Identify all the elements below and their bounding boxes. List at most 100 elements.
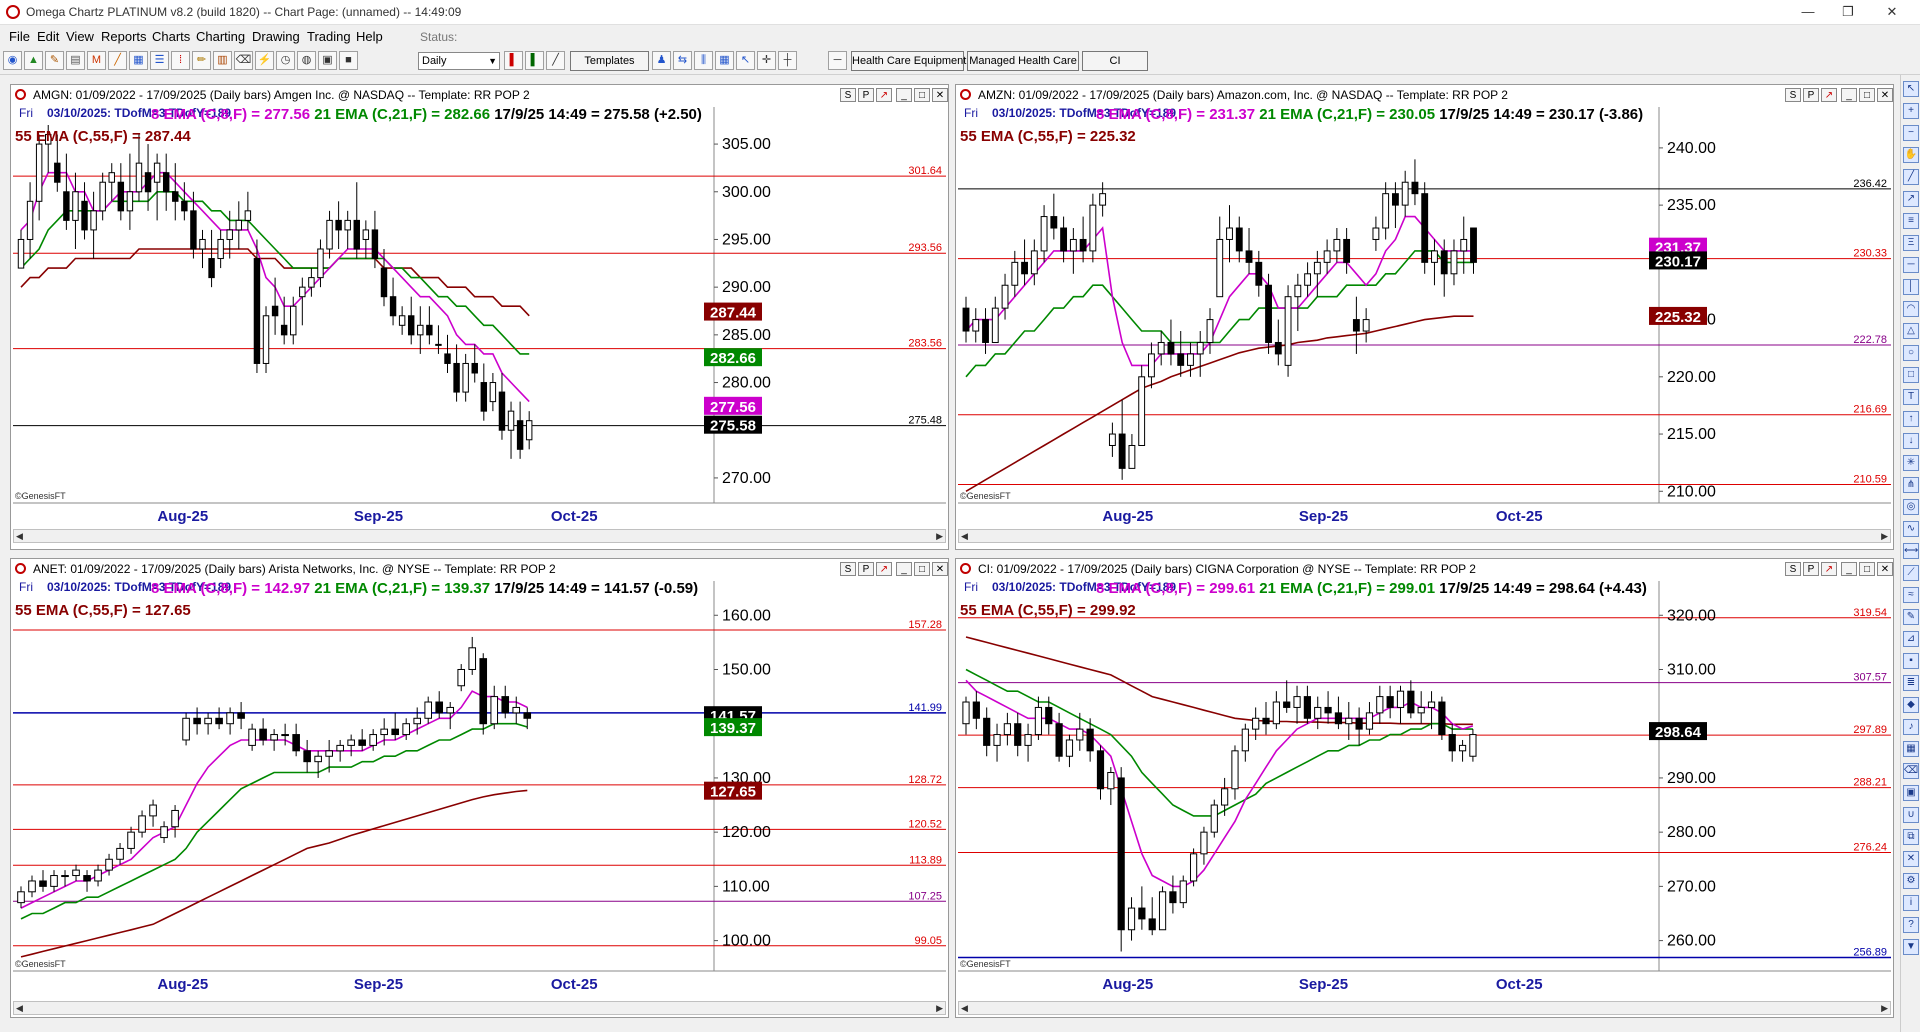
close-button[interactable]: ✕ xyxy=(1872,2,1912,22)
horizontal-line-icon[interactable]: ─ xyxy=(828,51,847,70)
people-icon[interactable]: ♟ xyxy=(652,51,671,70)
chart-canvas[interactable]: 301.64 293.56 283.56 275.48 305.00 300.00 295.… xyxy=(11,85,950,551)
clock-icon[interactable]: ◷ xyxy=(276,51,295,70)
scroll-right-icon[interactable]: ▶ xyxy=(1881,1003,1888,1014)
scroll-down-icon[interactable]: ▼ xyxy=(1903,939,1919,955)
menu-trading[interactable]: Trading xyxy=(307,29,351,44)
magnet-icon[interactable]: ∪ xyxy=(1903,807,1919,823)
tools-icon[interactable]: ✎ xyxy=(45,51,64,70)
ray-icon[interactable]: ↗ xyxy=(1903,191,1919,207)
chart-canvas[interactable]: 236.42 230.33 222.78 216.69 210.59 240.00 235.… xyxy=(956,85,1895,551)
vertical-line-icon[interactable]: ┼ xyxy=(778,51,797,70)
menu-file[interactable]: File xyxy=(9,29,30,44)
compare-icon[interactable]: ⇆ xyxy=(673,51,692,70)
bolt-icon[interactable]: ⚡ xyxy=(255,51,274,70)
save-icon[interactable]: ▣ xyxy=(318,51,337,70)
interval-select[interactable]: Daily ▼ xyxy=(418,52,500,70)
copy-icon[interactable]: ⧉ xyxy=(1903,829,1919,845)
delete-icon[interactable]: ✕ xyxy=(1903,851,1919,867)
gann-icon[interactable]: ✳ xyxy=(1903,455,1919,471)
menu-edit[interactable]: Edit xyxy=(37,29,59,44)
level-icon[interactable]: ≣ xyxy=(1903,675,1919,691)
scan-icon[interactable]: ⁞ xyxy=(171,51,190,70)
menu-charts[interactable]: Charts xyxy=(152,29,190,44)
scroll-left-icon[interactable]: ◀ xyxy=(16,1003,23,1014)
print-icon[interactable]: ▤ xyxy=(66,51,85,70)
pencil-icon[interactable]: ✏ xyxy=(192,51,211,70)
m-chart-icon[interactable]: M xyxy=(87,51,106,70)
square-icon[interactable]: ▪ xyxy=(1903,653,1919,669)
info-icon[interactable]: i xyxy=(1903,895,1919,911)
measure-icon[interactable]: ⟷ xyxy=(1903,543,1919,559)
zoom-bars-icon[interactable]: ⫼ xyxy=(694,51,713,70)
channel-icon[interactable]: ≡ xyxy=(1903,213,1919,229)
list-icon[interactable]: ☰ xyxy=(150,51,169,70)
hline-icon[interactable]: ─ xyxy=(1903,257,1919,273)
scroll-left-icon[interactable]: ◀ xyxy=(16,531,23,542)
templates-button[interactable]: Templates xyxy=(570,51,649,71)
zoom-out-icon[interactable]: − xyxy=(1903,125,1919,141)
spiral-icon[interactable]: ◎ xyxy=(1903,499,1919,515)
chart-canvas[interactable]: 319.54 307.57 297.89 288.21 276.24 256.89 320.… xyxy=(956,559,1895,1019)
chart-canvas[interactable]: 157.28 141.99 128.72 120.52 113.89 107.25 99.0… xyxy=(11,559,950,1019)
marker-icon[interactable]: ◆ xyxy=(1903,697,1919,713)
watchlist-button-health-care-equipment[interactable]: Health Care Equipment xyxy=(851,51,966,71)
horizontal-scrollbar[interactable]: ◀ ▶ xyxy=(13,529,946,543)
text-icon[interactable]: T xyxy=(1903,389,1919,405)
trendline-icon[interactable]: ╱ xyxy=(1903,169,1919,185)
grid-layout-icon[interactable]: ▦ xyxy=(715,51,734,70)
fan-icon[interactable]: ⊿ xyxy=(1903,631,1919,647)
menu-view[interactable]: View xyxy=(66,29,94,44)
zoom-in-icon[interactable]: + xyxy=(1903,103,1919,119)
chart-panel-amzn[interactable]: AMZN: 01/09/2022 - 17/09/2025 (Daily bar… xyxy=(955,84,1894,550)
hand-icon[interactable]: ✋ xyxy=(1903,147,1919,163)
brush-icon[interactable]: ✎ xyxy=(1903,609,1919,625)
triangle-icon[interactable]: △ xyxy=(1903,323,1919,339)
menu-charting[interactable]: Charting xyxy=(196,29,245,44)
minimize-button[interactable]: — xyxy=(1788,2,1828,22)
rectangle-icon[interactable]: □ xyxy=(1903,367,1919,383)
grid-icon[interactable]: ▦ xyxy=(129,51,148,70)
chart-type-icon[interactable]: ▥ xyxy=(213,51,232,70)
cycle-icon[interactable]: ∿ xyxy=(1903,521,1919,537)
menu-drawing[interactable]: Drawing xyxy=(252,29,300,44)
settings-icon[interactable]: ⚙ xyxy=(1903,873,1919,889)
fib-icon[interactable]: Ξ xyxy=(1903,235,1919,251)
chart-panel-ci[interactable]: CI: 01/09/2022 - 17/09/2025 (Daily bars)… xyxy=(955,558,1894,1018)
regression-icon[interactable]: ≈ xyxy=(1903,587,1919,603)
vline-icon[interactable]: │ xyxy=(1903,279,1919,295)
open-chart-icon[interactable]: ◉ xyxy=(3,51,22,70)
cursor-icon[interactable]: ↖ xyxy=(1903,81,1919,97)
scroll-left-icon[interactable]: ◀ xyxy=(961,531,968,542)
arrow-icon[interactable]: ↖ xyxy=(736,51,755,70)
menu-help[interactable]: Help xyxy=(356,29,383,44)
record-icon[interactable]: ◍ xyxy=(297,51,316,70)
speed-line-icon[interactable]: ⟋ xyxy=(1903,565,1919,581)
horizontal-scrollbar[interactable]: ◀ ▶ xyxy=(958,1001,1891,1015)
circle-icon[interactable]: ○ xyxy=(1903,345,1919,361)
arrow-up-icon[interactable]: ↑ xyxy=(1903,411,1919,427)
restore-button[interactable]: ❐ xyxy=(1828,2,1868,22)
scroll-right-icon[interactable]: ▶ xyxy=(936,1003,943,1014)
arc-icon[interactable]: ◠ xyxy=(1903,301,1919,317)
menu-reports[interactable]: Reports xyxy=(101,29,147,44)
help-icon[interactable]: ? xyxy=(1903,917,1919,933)
note-icon[interactable]: ♪ xyxy=(1903,719,1919,735)
lock-icon[interactable]: ▣ xyxy=(1903,785,1919,801)
watchlist-button-managed-health-care[interactable]: Managed Health Care xyxy=(967,51,1079,71)
scroll-right-icon[interactable]: ▶ xyxy=(936,531,943,542)
scroll-left-icon[interactable]: ◀ xyxy=(961,1003,968,1014)
horizontal-scrollbar[interactable]: ◀ ▶ xyxy=(13,1001,946,1015)
line-tool-icon[interactable]: ╱ xyxy=(108,51,127,70)
line-chart-icon[interactable]: ╱ xyxy=(546,51,565,70)
horizontal-scrollbar[interactable]: ◀ ▶ xyxy=(958,529,1891,543)
crosshair-icon[interactable]: ✛ xyxy=(757,51,776,70)
eraser-icon[interactable]: ⌫ xyxy=(1903,763,1919,779)
watchlist-button-ci[interactable]: CI xyxy=(1082,51,1148,71)
candles-icon[interactable]: ▌ xyxy=(525,51,544,70)
bars-icon[interactable]: ▌ xyxy=(504,51,523,70)
erase-icon[interactable]: ⌫ xyxy=(234,51,253,70)
pitchfork-icon[interactable]: ⋔ xyxy=(1903,477,1919,493)
calendar-icon[interactable]: ▦ xyxy=(1903,741,1919,757)
chart-panel-anet[interactable]: ANET: 01/09/2022 - 17/09/2025 (Daily bar… xyxy=(10,558,949,1018)
